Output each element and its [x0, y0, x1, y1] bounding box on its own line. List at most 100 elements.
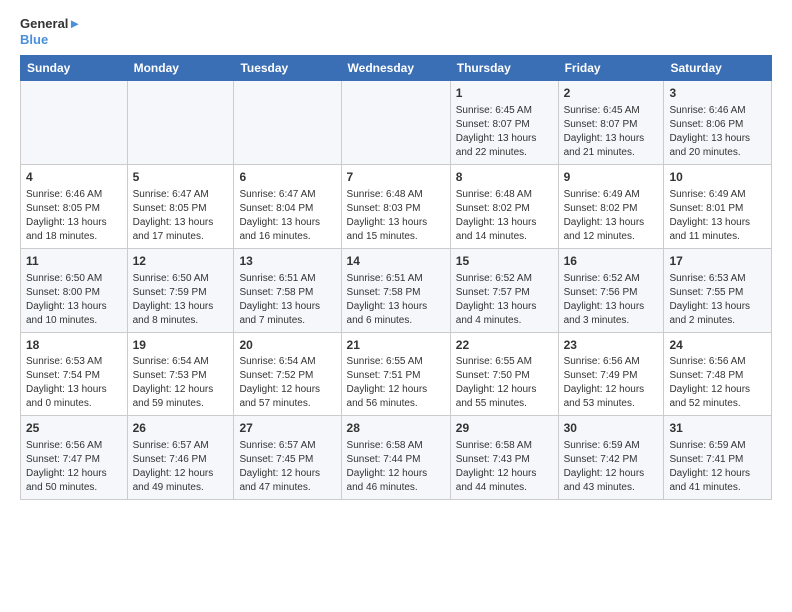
- cell-info: Sunrise: 6:49 AM Sunset: 8:01 PM Dayligh…: [669, 188, 766, 244]
- calendar-cell: 5 Sunrise: 6:47 AM Sunset: 8:05 PM Daylig…: [127, 164, 234, 248]
- day-number: 17: [669, 253, 766, 270]
- calendar-cell: 30 Sunrise: 6:59 AM Sunset: 7:42 PM Dayli…: [558, 416, 664, 500]
- calendar-cell: [234, 81, 341, 165]
- weekday-header-saturday: Saturday: [664, 56, 772, 81]
- cell-info: Sunrise: 6:51 AM Sunset: 7:58 PM Dayligh…: [239, 272, 335, 328]
- day-number: 20: [239, 337, 335, 354]
- calendar-row-4: 25 Sunrise: 6:56 AM Sunset: 7:47 PM Dayli…: [21, 416, 772, 500]
- cell-info: Sunrise: 6:47 AM Sunset: 8:05 PM Dayligh…: [133, 188, 229, 244]
- cell-info: Sunrise: 6:57 AM Sunset: 7:45 PM Dayligh…: [239, 439, 335, 495]
- day-number: 25: [26, 420, 122, 437]
- calendar-cell: 21Sunrise: 6:55 AM Sunset: 7:51 PM Dayli…: [341, 332, 450, 416]
- logo: General► Blue: [20, 16, 81, 47]
- calendar-cell: 20Sunrise: 6:54 AM Sunset: 7:52 PM Dayli…: [234, 332, 341, 416]
- cell-info: Sunrise: 6:50 AM Sunset: 7:59 PM Dayligh…: [133, 272, 229, 328]
- day-number: 2: [564, 85, 659, 102]
- weekday-header-tuesday: Tuesday: [234, 56, 341, 81]
- calendar-cell: 25 Sunrise: 6:56 AM Sunset: 7:47 PM Dayli…: [21, 416, 128, 500]
- header: General► Blue: [20, 16, 772, 47]
- weekday-header-friday: Friday: [558, 56, 664, 81]
- cell-info: Sunrise: 6:56 AM Sunset: 7:47 PM Dayligh…: [26, 439, 122, 495]
- day-number: 26: [133, 420, 229, 437]
- cell-info: Sunrise: 6:59 AM Sunset: 7:42 PM Dayligh…: [564, 439, 659, 495]
- cell-info: Sunrise: 6:48 AM Sunset: 8:02 PM Dayligh…: [456, 188, 553, 244]
- calendar-cell: 16 Sunrise: 6:52 AM Sunset: 7:56 PM Dayli…: [558, 248, 664, 332]
- day-number: 27: [239, 420, 335, 437]
- cell-info: Sunrise: 6:48 AM Sunset: 8:03 PM Dayligh…: [347, 188, 445, 244]
- day-number: 24: [669, 337, 766, 354]
- calendar-cell: 31Sunrise: 6:59 AM Sunset: 7:41 PM Dayli…: [664, 416, 772, 500]
- calendar-row-0: 1Sunrise: 6:45 AM Sunset: 8:07 PM Daylig…: [21, 81, 772, 165]
- calendar-cell: 9 Sunrise: 6:49 AM Sunset: 8:02 PM Daylig…: [558, 164, 664, 248]
- cell-info: Sunrise: 6:46 AM Sunset: 8:05 PM Dayligh…: [26, 188, 122, 244]
- cell-info: Sunrise: 6:57 AM Sunset: 7:46 PM Dayligh…: [133, 439, 229, 495]
- weekday-header-thursday: Thursday: [450, 56, 558, 81]
- calendar-cell: 24Sunrise: 6:56 AM Sunset: 7:48 PM Dayli…: [664, 332, 772, 416]
- weekday-header-wednesday: Wednesday: [341, 56, 450, 81]
- cell-info: Sunrise: 6:53 AM Sunset: 7:55 PM Dayligh…: [669, 272, 766, 328]
- calendar-cell: [341, 81, 450, 165]
- calendar-cell: 12 Sunrise: 6:50 AM Sunset: 7:59 PM Dayli…: [127, 248, 234, 332]
- cell-info: Sunrise: 6:47 AM Sunset: 8:04 PM Dayligh…: [239, 188, 335, 244]
- day-number: 21: [347, 337, 445, 354]
- day-number: 22: [456, 337, 553, 354]
- day-number: 19: [133, 337, 229, 354]
- cell-info: Sunrise: 6:51 AM Sunset: 7:58 PM Dayligh…: [347, 272, 445, 328]
- day-number: 16: [564, 253, 659, 270]
- day-number: 23: [564, 337, 659, 354]
- day-number: 12: [133, 253, 229, 270]
- calendar-cell: 17 Sunrise: 6:53 AM Sunset: 7:55 PM Dayli…: [664, 248, 772, 332]
- day-number: 30: [564, 420, 659, 437]
- calendar-cell: [21, 81, 128, 165]
- day-number: 13: [239, 253, 335, 270]
- day-number: 31: [669, 420, 766, 437]
- calendar-cell: 18Sunrise: 6:53 AM Sunset: 7:54 PM Dayli…: [21, 332, 128, 416]
- calendar-cell: 23Sunrise: 6:56 AM Sunset: 7:49 PM Dayli…: [558, 332, 664, 416]
- day-number: 5: [133, 169, 229, 186]
- weekday-header-row: SundayMondayTuesdayWednesdayThursdayFrid…: [21, 56, 772, 81]
- day-number: 14: [347, 253, 445, 270]
- cell-info: Sunrise: 6:49 AM Sunset: 8:02 PM Dayligh…: [564, 188, 659, 244]
- calendar-cell: 3 Sunrise: 6:46 AM Sunset: 8:06 PM Daylig…: [664, 81, 772, 165]
- cell-info: Sunrise: 6:50 AM Sunset: 8:00 PM Dayligh…: [26, 272, 122, 328]
- day-number: 7: [347, 169, 445, 186]
- calendar-cell: 14 Sunrise: 6:51 AM Sunset: 7:58 PM Dayli…: [341, 248, 450, 332]
- cell-info: Sunrise: 6:55 AM Sunset: 7:51 PM Dayligh…: [347, 355, 445, 411]
- day-number: 10: [669, 169, 766, 186]
- day-number: 8: [456, 169, 553, 186]
- cell-info: Sunrise: 6:54 AM Sunset: 7:52 PM Dayligh…: [239, 355, 335, 411]
- cell-info: Sunrise: 6:52 AM Sunset: 7:56 PM Dayligh…: [564, 272, 659, 328]
- cell-info: Sunrise: 6:55 AM Sunset: 7:50 PM Dayligh…: [456, 355, 553, 411]
- cell-info: Sunrise: 6:56 AM Sunset: 7:48 PM Dayligh…: [669, 355, 766, 411]
- cell-info: Sunrise: 6:45 AM Sunset: 8:07 PM Dayligh…: [564, 104, 659, 160]
- calendar-cell: 26 Sunrise: 6:57 AM Sunset: 7:46 PM Dayli…: [127, 416, 234, 500]
- calendar-cell: 1Sunrise: 6:45 AM Sunset: 8:07 PM Daylig…: [450, 81, 558, 165]
- cell-info: Sunrise: 6:46 AM Sunset: 8:06 PM Dayligh…: [669, 104, 766, 160]
- calendar-row-1: 4Sunrise: 6:46 AM Sunset: 8:05 PM Daylig…: [21, 164, 772, 248]
- day-number: 18: [26, 337, 122, 354]
- calendar-cell: 13 Sunrise: 6:51 AM Sunset: 7:58 PM Dayli…: [234, 248, 341, 332]
- cell-info: Sunrise: 6:53 AM Sunset: 7:54 PM Dayligh…: [26, 355, 122, 411]
- day-number: 9: [564, 169, 659, 186]
- logo-text: General► Blue: [20, 16, 81, 47]
- calendar-cell: 19Sunrise: 6:54 AM Sunset: 7:53 PM Dayli…: [127, 332, 234, 416]
- calendar-cell: 7 Sunrise: 6:48 AM Sunset: 8:03 PM Daylig…: [341, 164, 450, 248]
- calendar-cell: 6 Sunrise: 6:47 AM Sunset: 8:04 PM Daylig…: [234, 164, 341, 248]
- calendar-cell: 28Sunrise: 6:58 AM Sunset: 7:44 PM Dayli…: [341, 416, 450, 500]
- day-number: 15: [456, 253, 553, 270]
- day-number: 11: [26, 253, 122, 270]
- calendar-row-2: 11 Sunrise: 6:50 AM Sunset: 8:00 PM Dayli…: [21, 248, 772, 332]
- calendar-cell: 22Sunrise: 6:55 AM Sunset: 7:50 PM Dayli…: [450, 332, 558, 416]
- calendar-cell: 10 Sunrise: 6:49 AM Sunset: 8:01 PM Dayli…: [664, 164, 772, 248]
- calendar-cell: 29Sunrise: 6:58 AM Sunset: 7:43 PM Dayli…: [450, 416, 558, 500]
- cell-info: Sunrise: 6:45 AM Sunset: 8:07 PM Dayligh…: [456, 104, 553, 160]
- cell-info: Sunrise: 6:56 AM Sunset: 7:49 PM Dayligh…: [564, 355, 659, 411]
- calendar-cell: [127, 81, 234, 165]
- calendar-row-3: 18Sunrise: 6:53 AM Sunset: 7:54 PM Dayli…: [21, 332, 772, 416]
- calendar-cell: 11 Sunrise: 6:50 AM Sunset: 8:00 PM Dayli…: [21, 248, 128, 332]
- day-number: 28: [347, 420, 445, 437]
- calendar-cell: 4Sunrise: 6:46 AM Sunset: 8:05 PM Daylig…: [21, 164, 128, 248]
- day-number: 6: [239, 169, 335, 186]
- day-number: 3: [669, 85, 766, 102]
- calendar-cell: 2 Sunrise: 6:45 AM Sunset: 8:07 PM Daylig…: [558, 81, 664, 165]
